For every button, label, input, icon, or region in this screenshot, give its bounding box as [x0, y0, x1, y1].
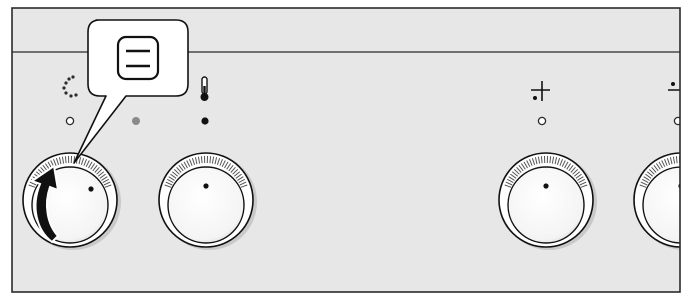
- grip-tick: [687, 157, 688, 164]
- grip-tick: [685, 156, 686, 163]
- indicator-lamp-knob-3: [537, 116, 547, 126]
- grip-tick: [540, 156, 543, 164]
- indicator-lamp-knob-1: [65, 116, 75, 126]
- grip-tick: [675, 156, 678, 164]
- indicator-light-gray-icon: [132, 117, 140, 125]
- grip-tick: [64, 156, 67, 164]
- grip-tick: [549, 156, 552, 164]
- grip-tick: [209, 156, 212, 164]
- indicator-lamp-knob-2: [201, 117, 209, 125]
- oven-top-bottom-heat-icon: [116, 35, 160, 81]
- knob-pointer-dot: [88, 186, 94, 192]
- control-panel-illustration: [0, 0, 690, 304]
- knob-pointer-dot: [678, 183, 680, 189]
- thermometer-icon: [200, 76, 209, 101]
- control-panel-svg: [11, 7, 688, 293]
- grip-tick: [200, 156, 203, 164]
- knob-pointer-dot: [543, 183, 549, 189]
- knob-pointer-dot: [203, 183, 209, 189]
